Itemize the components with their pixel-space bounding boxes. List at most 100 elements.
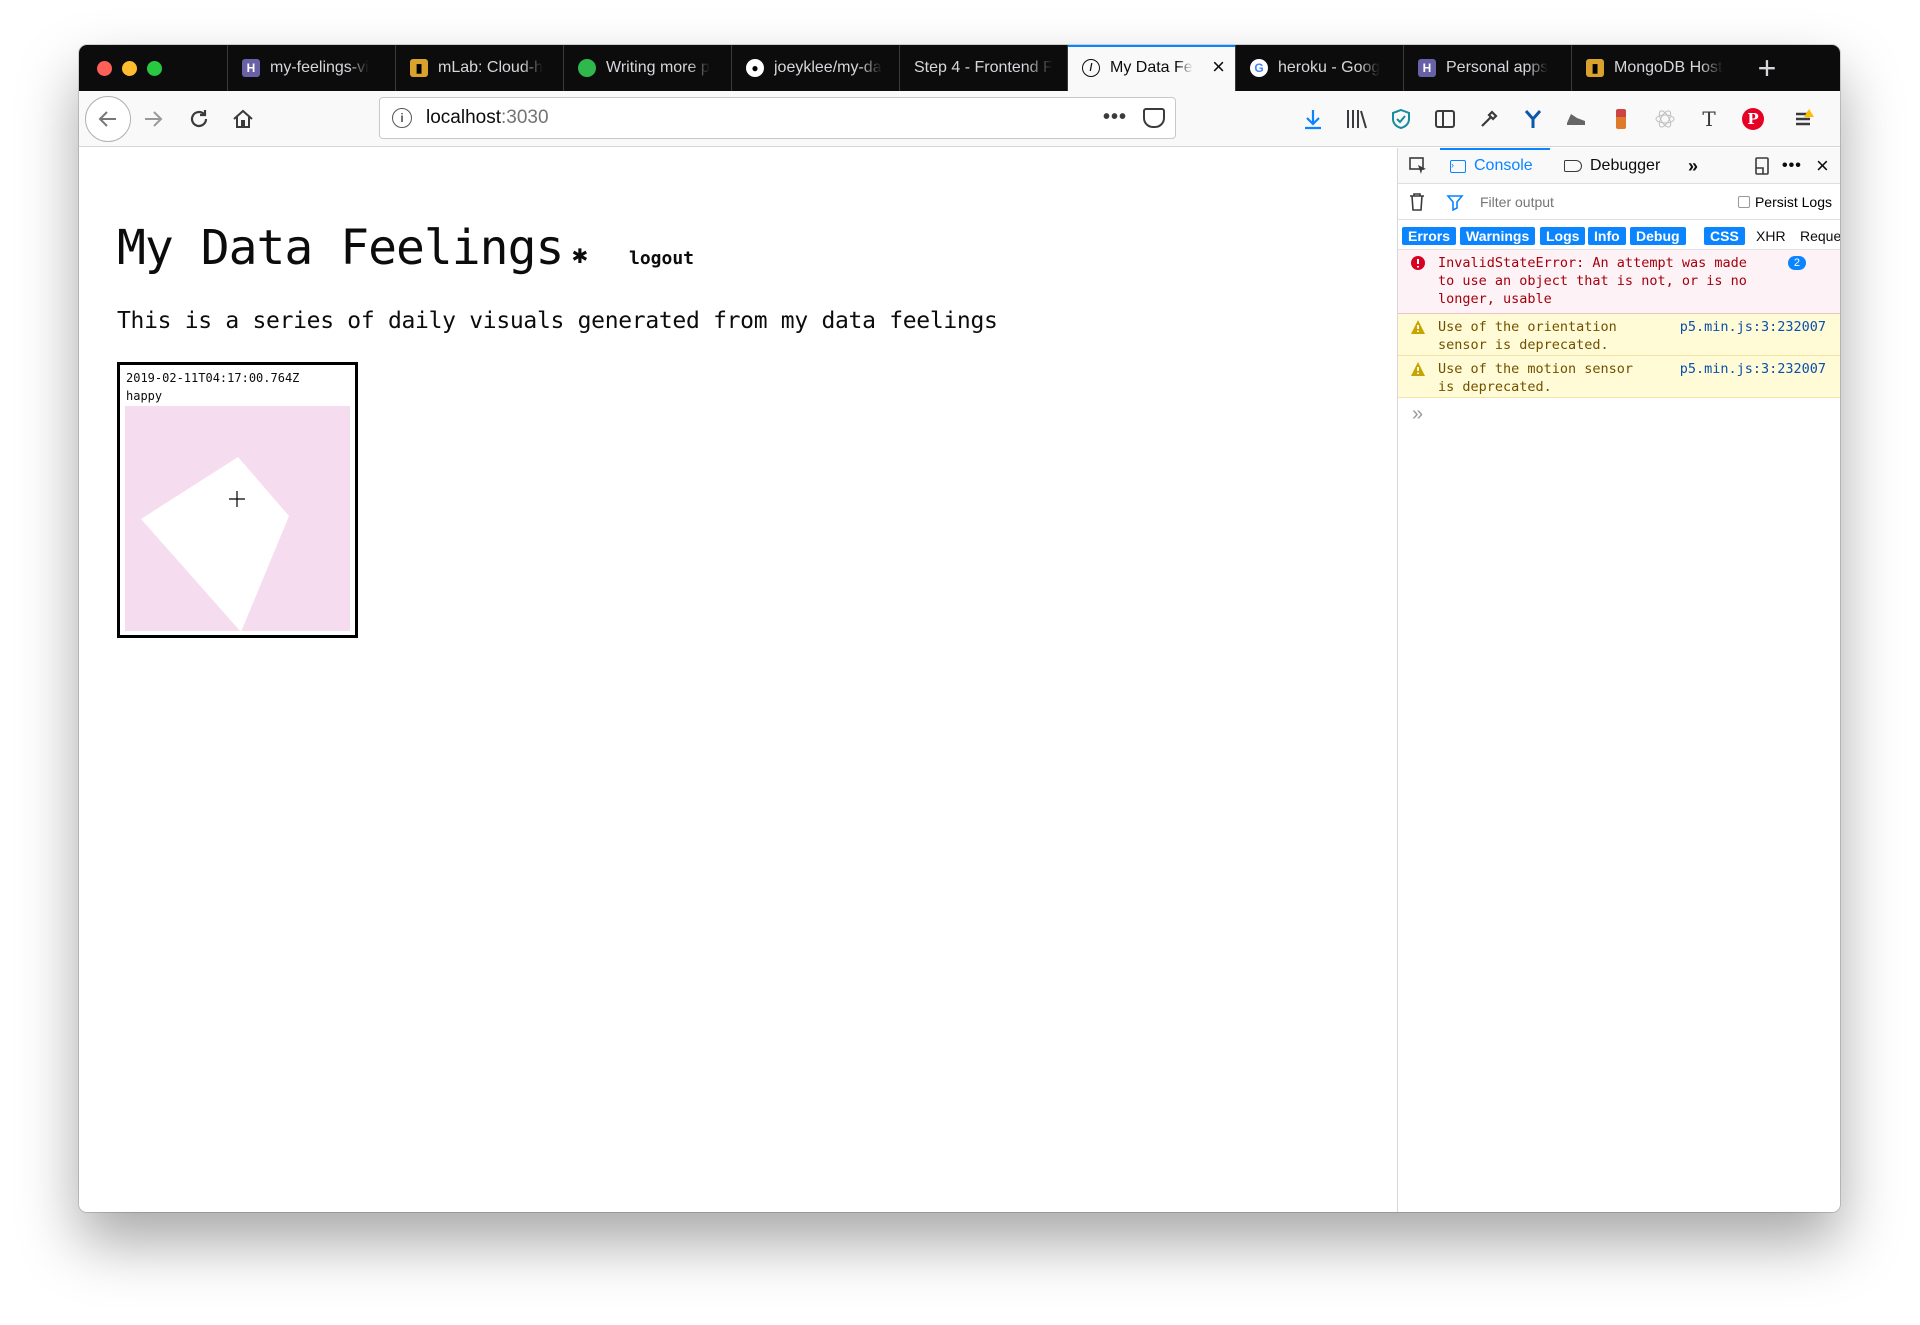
console-warning-message[interactable]: Use of the motion sensor is deprecated. … — [1398, 356, 1840, 398]
tab[interactable]: Step 4 - Frontend F — [899, 45, 1067, 91]
minimize-window-button[interactable] — [122, 60, 137, 76]
eyedropper-icon[interactable] — [1475, 105, 1503, 133]
tab[interactable]: Writing more p — [563, 45, 731, 91]
dock-icon — [1755, 157, 1769, 175]
tab-title: mLab: Cloud-h — [438, 59, 543, 76]
tab-console[interactable]: › Console — [1440, 148, 1550, 184]
hamburger-icon — [1796, 109, 1814, 126]
persist-logs-option[interactable]: Persist Logs — [1737, 194, 1832, 210]
shoe-icon — [1567, 114, 1585, 125]
window-controls — [79, 45, 227, 91]
reload-button[interactable] — [179, 99, 219, 139]
card-date: 2019-02-11T04:17:00.764Z — [126, 371, 300, 385]
tab[interactable]: ▮ MongoDB Host — [1571, 45, 1739, 91]
forward-button[interactable] — [133, 99, 173, 139]
url-text[interactable]: localhost:3030 — [426, 107, 549, 129]
console-input-prompt[interactable]: » — [1412, 403, 1423, 426]
atom-icon — [1655, 110, 1675, 128]
filter-output-input[interactable] — [1480, 191, 1700, 213]
menu-icon[interactable] — [1791, 105, 1819, 133]
tab[interactable]: H Personal apps — [1403, 45, 1571, 91]
devtools-menu-icon[interactable]: ••• — [1782, 148, 1802, 184]
filter-errors-button[interactable]: Errors — [1402, 227, 1457, 245]
error-icon — [1411, 256, 1425, 270]
pinterest-icon[interactable]: P — [1739, 105, 1767, 133]
back-button[interactable] — [85, 96, 131, 142]
clear-console-icon[interactable] — [1408, 192, 1426, 217]
filter-css-button[interactable]: CSS — [1704, 227, 1745, 245]
extension-react-icon[interactable] — [1651, 105, 1679, 133]
tab[interactable]: ● joeyklee/my-da — [731, 45, 899, 91]
pinterest-logo-icon: P — [1742, 108, 1764, 130]
filter-requests-button[interactable]: Reque — [1794, 227, 1840, 245]
page-content: My Data Feelings ✱ logout This is a seri… — [79, 148, 1397, 1212]
console-error-message[interactable]: InvalidStateError: An attempt was made t… — [1398, 250, 1840, 314]
tab-title: Personal apps — [1446, 59, 1549, 76]
feeling-card: 2019-02-11T04:17:00.764Z happy — [117, 362, 358, 638]
sidebar-icon[interactable] — [1431, 105, 1459, 133]
extension-shoe-icon[interactable] — [1563, 105, 1591, 133]
tab[interactable]: ▮ mLab: Cloud-h — [395, 45, 563, 91]
site-info-icon[interactable]: i — [392, 108, 412, 128]
url-port: :3030 — [501, 107, 549, 128]
privacy-badger-icon[interactable] — [1387, 105, 1415, 133]
extension-text-icon[interactable]: T — [1695, 105, 1723, 133]
google-icon: G — [1250, 59, 1268, 77]
mlab-icon: ▮ — [1586, 59, 1604, 77]
tab-title: MongoDB Host — [1614, 59, 1723, 76]
navigation-toolbar: i localhost:3030 ••• T P — [79, 91, 1840, 147]
warning-icon — [1411, 320, 1425, 334]
battery-icon — [1616, 109, 1626, 129]
filter-info-button[interactable]: Info — [1588, 227, 1626, 245]
new-tab-button[interactable]: + — [1739, 45, 1795, 91]
gear-icon[interactable]: ✱ — [572, 240, 588, 270]
filter-logs-button[interactable]: Logs — [1540, 227, 1586, 245]
extension-battery-icon[interactable] — [1607, 105, 1635, 133]
console-warning-message[interactable]: Use of the orientation sensor is depreca… — [1398, 314, 1840, 356]
tab-debugger-label: Debugger — [1590, 157, 1661, 174]
filter-xhr-button[interactable]: XHR — [1750, 227, 1792, 245]
tab-strip: H my-feelings-vi ▮ mLab: Cloud-h Writing… — [79, 45, 1840, 91]
console-icon: › — [1450, 159, 1466, 173]
warning-source-link[interactable]: p5.min.js:3:232007 — [1680, 360, 1826, 378]
logout-link[interactable]: logout — [629, 248, 694, 269]
home-button[interactable] — [223, 99, 263, 139]
p5-icon: / — [1082, 59, 1100, 77]
home-icon — [233, 109, 253, 128]
shield-icon — [1392, 108, 1410, 130]
url-bar[interactable]: i localhost:3030 ••• — [379, 97, 1176, 139]
heroku-icon: H — [1418, 59, 1436, 77]
dock-side-icon[interactable] — [1752, 148, 1772, 184]
feeling-visual-canvas — [125, 406, 350, 631]
page-actions-icon[interactable]: ••• — [1103, 106, 1127, 129]
t-letter-icon: T — [1702, 107, 1716, 131]
filter-warnings-button[interactable]: Warnings — [1460, 227, 1536, 245]
log-level-filters: Errors Warnings Logs Info Debug CSS XHR … — [1398, 220, 1840, 250]
tab[interactable]: G heroku - Goog — [1235, 45, 1403, 91]
heroku-icon: H — [242, 59, 260, 77]
zoom-window-button[interactable] — [147, 60, 162, 76]
library-shelves-icon — [1347, 110, 1367, 129]
filter-debug-button[interactable]: Debug — [1630, 227, 1686, 245]
element-picker-icon[interactable] — [1408, 148, 1428, 184]
tab-debugger[interactable]: Debugger — [1564, 148, 1660, 184]
filter-icon — [1446, 193, 1464, 216]
warning-source-link[interactable]: p5.min.js:3:232007 — [1680, 318, 1826, 336]
close-tab-icon[interactable]: × — [1212, 56, 1225, 78]
prompt-chevron-icon: » — [1412, 403, 1424, 425]
tab[interactable]: H my-feelings-vi — [227, 45, 395, 91]
persist-logs-checkbox[interactable] — [1737, 196, 1750, 208]
github-icon: ● — [746, 59, 764, 77]
y-shape-icon — [1524, 110, 1542, 128]
tab-active[interactable]: / My Data Fe × — [1067, 45, 1235, 91]
more-tabs-icon[interactable]: » — [1688, 148, 1698, 184]
glitch-icon — [578, 59, 596, 77]
library-icon[interactable] — [1343, 105, 1371, 133]
downloads-icon[interactable] — [1299, 105, 1327, 133]
eyedropper-shape-icon — [1481, 110, 1498, 127]
extension-y-icon[interactable] — [1519, 105, 1547, 133]
close-devtools-icon[interactable]: × — [1816, 148, 1829, 184]
close-window-button[interactable] — [97, 60, 112, 76]
page-title: My Data Feelings — [117, 220, 564, 276]
pocket-icon[interactable] — [1143, 108, 1165, 128]
